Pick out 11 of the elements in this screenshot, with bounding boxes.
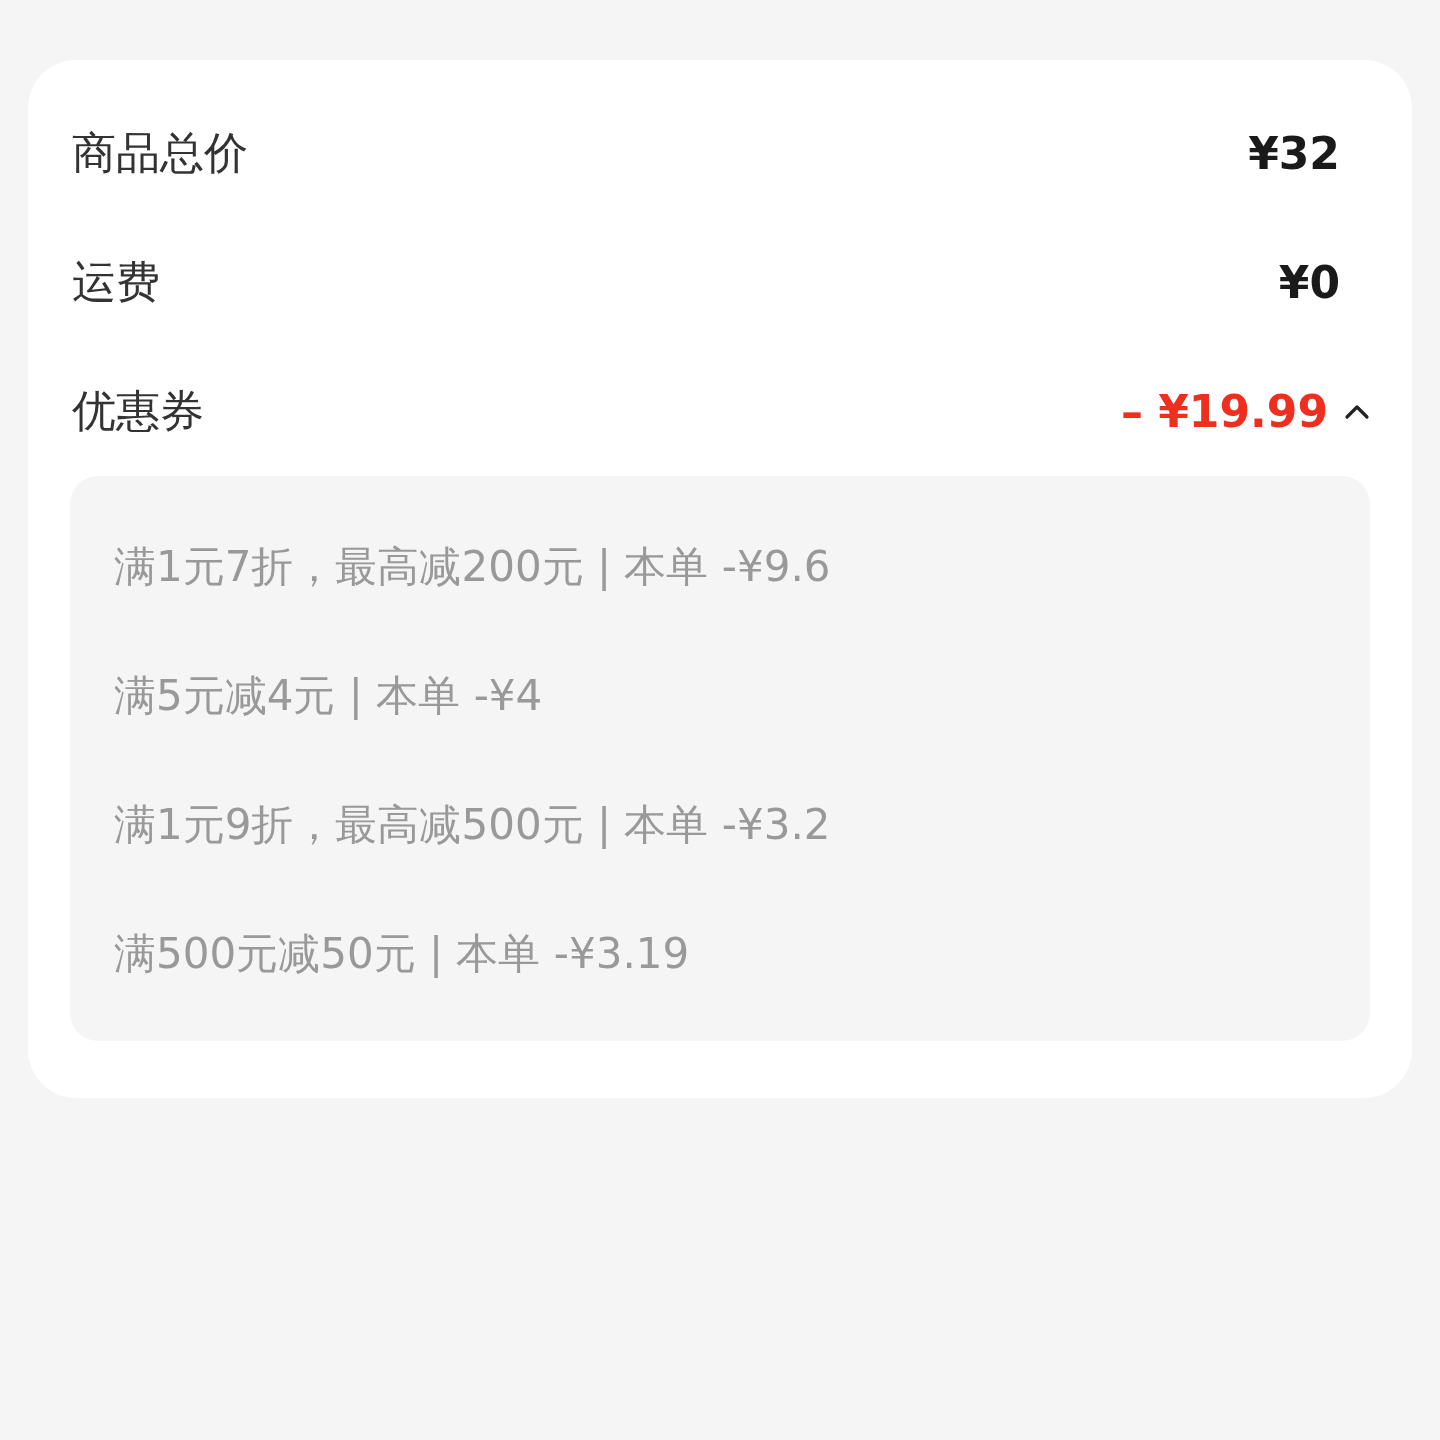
coupon-line: 满5元减4元 | 本单 -¥4 [114, 669, 544, 722]
chevron-icon[interactable] [1344, 403, 1370, 420]
discount-value: – ¥19.99 [1120, 386, 1328, 437]
row-label: 运费 [72, 255, 160, 309]
price-value: ¥0 [1278, 257, 1340, 308]
row-label: 优惠券 [72, 384, 204, 438]
price-value: ¥32 [1248, 128, 1340, 179]
coupon-line: 满500元减50元 | 本单 -¥3.19 [114, 927, 691, 980]
row-label: 商品总价 [72, 126, 248, 180]
coupon-line: 满1元7折，最高减200元 | 本单 -¥9.6 [114, 540, 832, 593]
coupon-line: 满1元9折，最高减500元 | 本单 -¥3.2 [114, 798, 832, 851]
